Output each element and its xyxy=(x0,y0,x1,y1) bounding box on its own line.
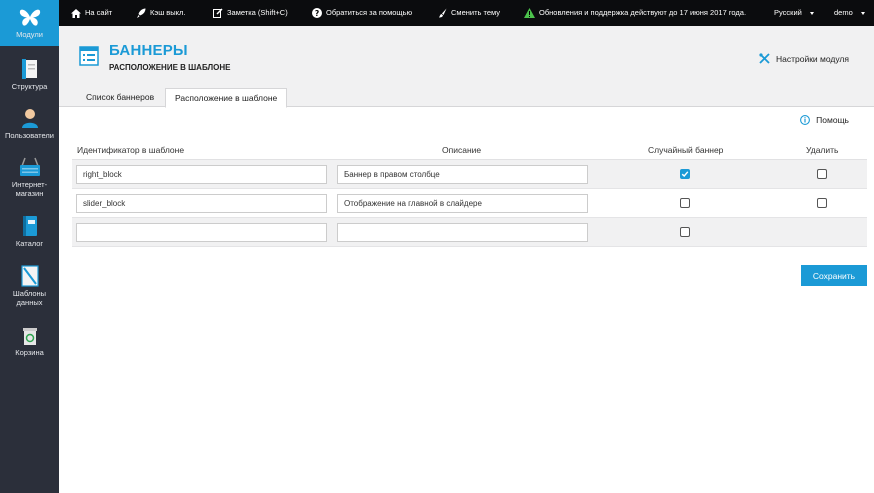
sidebar-item-catalog[interactable]: Каталог xyxy=(0,215,59,248)
page-header: БАННЕРЫ РАСПОЛОЖЕНИЕ В ШАБЛОНЕ Настройки… xyxy=(59,26,874,108)
wrench-icon xyxy=(759,53,770,64)
sidebar-item-label: данных xyxy=(16,298,43,307)
chevron-down-icon xyxy=(860,11,865,15)
change-theme-button[interactable]: Сменить тему xyxy=(439,0,500,26)
chevron-down-icon xyxy=(809,11,814,15)
language-select[interactable]: Русский xyxy=(774,0,814,26)
pencil-note-icon xyxy=(213,8,223,18)
table-row xyxy=(72,189,867,218)
warning-icon xyxy=(524,8,535,18)
user-menu[interactable]: demo xyxy=(834,0,865,26)
module-settings-label: Настройки модуля xyxy=(775,53,849,64)
sidebar-item-structure[interactable]: Структура xyxy=(0,58,59,91)
sidebar-item-users[interactable]: Пользователи xyxy=(0,107,59,140)
sidebar-item-data-templates[interactable]: Шаблоны данных xyxy=(0,265,59,307)
sidebar: Модули Структура Пользователи Интернет- … xyxy=(0,0,59,493)
placement-id-input[interactable] xyxy=(76,194,327,213)
random-banner-checkbox[interactable] xyxy=(680,198,690,208)
cache-label: Кэш выкл. xyxy=(150,8,186,17)
goto-site-link[interactable]: На сайт xyxy=(71,0,112,26)
page-subtitle: РАСПОЛОЖЕНИЕ В ШАБЛОНЕ xyxy=(109,63,231,72)
structure-icon xyxy=(21,59,37,79)
top-bar: На сайт Кэш выкл. Заметка (Shift+C) ? Об… xyxy=(59,0,874,26)
sidebar-item-modules[interactable]: Модули xyxy=(0,0,59,46)
catalog-book-icon xyxy=(22,216,37,236)
header-description: Описание xyxy=(442,145,482,155)
question-icon: ? xyxy=(312,8,322,18)
new-placement-description-input[interactable] xyxy=(337,223,588,242)
butterfly-icon xyxy=(19,9,40,26)
brush-icon xyxy=(439,8,447,18)
table-row-new xyxy=(72,218,867,247)
ask-help-label: Обратиться за помощью xyxy=(326,8,413,17)
header-delete: Удалить xyxy=(806,145,839,155)
cache-toggle[interactable]: Кэш выкл. xyxy=(137,0,186,26)
random-banner-checkbox[interactable] xyxy=(680,169,690,179)
note-button[interactable]: Заметка (Shift+C) xyxy=(213,0,288,26)
tab-bar: Список баннеров Расположение в шаблоне xyxy=(59,87,874,108)
placement-table: Идентификатор в шаблоне Описание Случайн… xyxy=(72,139,867,247)
data-template-icon xyxy=(20,265,39,287)
save-button[interactable]: Сохранить xyxy=(801,265,867,286)
placement-id-input[interactable] xyxy=(76,165,327,184)
sidebar-item-label: Модули xyxy=(16,30,43,39)
svg-text:?: ? xyxy=(315,9,319,18)
sidebar-item-label: Каталог xyxy=(15,239,44,248)
tab-banner-list[interactable]: Список баннеров xyxy=(77,88,163,107)
sidebar-item-shop[interactable]: Интернет- магазин xyxy=(0,156,59,198)
shop-basket-icon xyxy=(19,157,40,176)
rocket-icon xyxy=(137,8,146,18)
info-icon xyxy=(800,115,811,125)
placement-description-input[interactable] xyxy=(337,165,588,184)
updates-label: Обновления и поддержка действуют до 17 и… xyxy=(539,8,747,17)
page-title: БАННЕРЫ xyxy=(109,42,188,59)
updates-notice[interactable]: Обновления и поддержка действуют до 17 и… xyxy=(524,0,746,26)
help-link[interactable]: Помощь xyxy=(800,115,849,125)
check-icon xyxy=(681,171,689,178)
module-list-icon xyxy=(79,46,99,66)
delete-checkbox[interactable] xyxy=(817,169,827,179)
change-theme-label: Сменить тему xyxy=(451,8,501,17)
header-id: Идентификатор в шаблоне xyxy=(77,145,185,155)
help-label: Помощь xyxy=(816,115,849,125)
sidebar-item-label: Интернет- xyxy=(11,180,48,189)
recycle-bin-icon xyxy=(22,328,37,345)
main-content: БАННЕРЫ РАСПОЛОЖЕНИЕ В ШАБЛОНЕ Настройки… xyxy=(59,26,874,493)
sidebar-item-label: Структура xyxy=(11,82,48,91)
user-icon xyxy=(21,109,38,128)
random-banner-checkbox[interactable] xyxy=(680,227,690,237)
sidebar-item-label: Пользователи xyxy=(5,131,54,140)
new-placement-id-input[interactable] xyxy=(76,223,327,242)
sidebar-item-trash[interactable]: Корзина xyxy=(0,326,59,357)
user-label: demo xyxy=(834,8,853,17)
tab-template-placement[interactable]: Расположение в шаблоне xyxy=(165,88,288,108)
ask-help-button[interactable]: ? Обратиться за помощью xyxy=(312,0,412,26)
table-row xyxy=(72,160,867,189)
note-label: Заметка (Shift+C) xyxy=(227,8,288,17)
home-icon xyxy=(71,8,81,18)
delete-checkbox[interactable] xyxy=(817,198,827,208)
sidebar-item-label: Корзина xyxy=(15,348,44,357)
sidebar-item-label: Шаблоны xyxy=(12,289,47,298)
module-settings-link[interactable]: Настройки модуля xyxy=(759,53,849,64)
goto-site-label: На сайт xyxy=(85,8,113,17)
sidebar-item-label: магазин xyxy=(15,189,44,198)
placement-description-input[interactable] xyxy=(337,194,588,213)
language-label: Русский xyxy=(774,8,802,17)
header-random: Случайный баннер xyxy=(648,145,724,155)
table-header: Идентификатор в шаблоне Описание Случайн… xyxy=(72,139,867,160)
